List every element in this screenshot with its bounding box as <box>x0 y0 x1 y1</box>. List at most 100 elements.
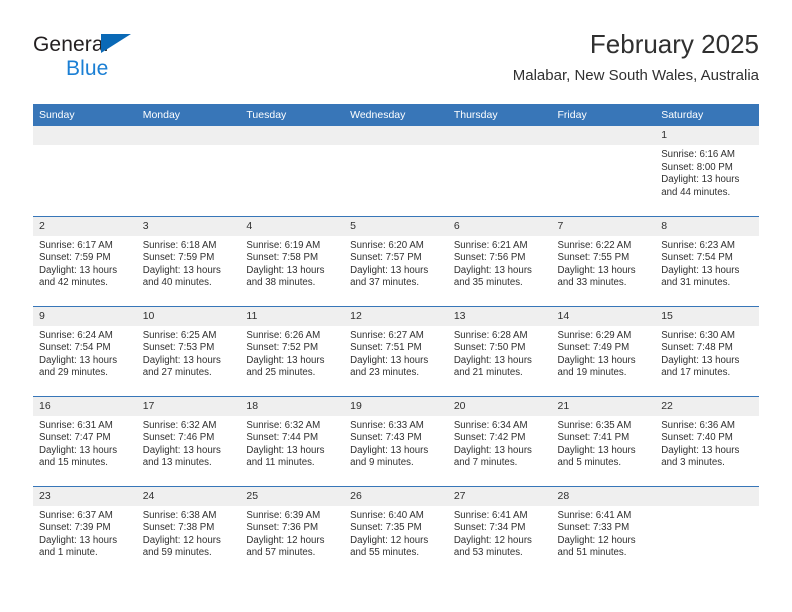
day-details <box>448 145 552 149</box>
day-details <box>344 145 448 149</box>
calendar-day-cell[interactable]: 12 Sunrise: 6:27 AM Sunset: 7:51 PM Dayligh… <box>344 305 448 396</box>
day-number <box>655 486 759 506</box>
calendar-day-cell[interactable]: 20 Sunrise: 6:34 AM Sunset: 7:42 PM Dayligh… <box>447 395 552 486</box>
sunrise-text: Sunrise: 6:28 AM <box>453 329 528 341</box>
day-cell-inner <box>136 126 241 214</box>
day-details: Sunrise: 6:30 AM Sunset: 7:48 PM Daylight:… <box>655 326 759 380</box>
day-details: Sunrise: 6:26 AM Sunset: 7:52 PM Daylight:… <box>240 326 344 380</box>
calendar-day-cell[interactable]: 7 Sunrise: 6:22 AM Sunset: 7:55 PM Daylight… <box>551 215 656 306</box>
day-details <box>552 145 656 149</box>
calendar-header-row: Sunday Monday Tuesday Wednesday Thursday… <box>33 104 759 126</box>
day-cell-inner: 11 Sunrise: 6:26 AM Sunset: 7:52 PM Dayligh… <box>240 306 345 395</box>
day-details: Sunrise: 6:31 AM Sunset: 7:47 PM Daylight:… <box>33 416 137 470</box>
calendar-day-cell[interactable]: 27 Sunrise: 6:41 AM Sunset: 7:34 PM Dayligh… <box>447 485 552 576</box>
calendar-day-cell[interactable]: 1 Sunrise: 6:16 AM Sunset: 8:00 PM Daylight… <box>655 126 759 216</box>
sunrise-text: Sunrise: 6:30 AM <box>661 329 735 341</box>
day-number: 5 <box>344 216 448 236</box>
day-details: Sunrise: 6:22 AM Sunset: 7:55 PM Daylight:… <box>552 236 656 290</box>
daylight-text: Daylight: 13 hours and 13 minutes. <box>142 444 221 469</box>
sunset-text: Sunset: 7:36 PM <box>246 522 319 534</box>
day-details: Sunrise: 6:23 AM Sunset: 7:54 PM Daylight:… <box>655 236 759 290</box>
day-cell-inner: 16 Sunrise: 6:31 AM Sunset: 7:47 PM Dayligh… <box>33 396 137 485</box>
sunrise-text: Sunrise: 6:32 AM <box>246 419 321 431</box>
calendar-day-cell[interactable]: 17 Sunrise: 6:32 AM Sunset: 7:46 PM Dayligh… <box>136 395 241 486</box>
sunrise-text: Sunrise: 6:36 AM <box>661 419 735 431</box>
day-number: 9 <box>33 306 137 326</box>
daylight-text: Daylight: 13 hours and 21 minutes. <box>453 354 532 379</box>
day-details: Sunrise: 6:38 AM Sunset: 7:38 PM Daylight:… <box>137 506 241 560</box>
sunset-text: Sunset: 7:47 PM <box>39 432 111 444</box>
calendar-day-cell <box>344 126 448 216</box>
sunrise-text: Sunrise: 6:23 AM <box>661 239 735 251</box>
daylight-text: Daylight: 13 hours and 40 minutes. <box>142 264 221 289</box>
calendar-day-cell[interactable]: 18 Sunrise: 6:32 AM Sunset: 7:44 PM Dayligh… <box>240 395 345 486</box>
day-number: 17 <box>136 396 241 416</box>
day-details: Sunrise: 6:18 AM Sunset: 7:59 PM Daylight:… <box>137 236 241 290</box>
sunset-text: Sunset: 7:33 PM <box>557 522 630 534</box>
day-cell-inner: 4 Sunrise: 6:19 AM Sunset: 7:58 PM Daylight… <box>240 216 345 305</box>
calendar-day-cell[interactable]: 26 Sunrise: 6:40 AM Sunset: 7:35 PM Dayligh… <box>344 485 448 576</box>
weekday-header-row: Sunday Monday Tuesday Wednesday Thursday… <box>33 104 759 126</box>
general-blue-logo[interactable]: General Blue <box>33 33 253 91</box>
sunset-text: Sunset: 7:55 PM <box>557 252 630 264</box>
calendar-day-cell <box>447 126 552 216</box>
sunset-text: Sunset: 7:49 PM <box>557 342 630 354</box>
calendar-day-cell[interactable]: 3 Sunrise: 6:18 AM Sunset: 7:59 PM Daylight… <box>136 215 241 306</box>
calendar-day-cell[interactable]: 22 Sunrise: 6:36 AM Sunset: 7:40 PM Dayligh… <box>655 395 759 486</box>
calendar-day-cell[interactable]: 21 Sunrise: 6:35 AM Sunset: 7:41 PM Dayligh… <box>551 395 656 486</box>
calendar-day-cell[interactable]: 24 Sunrise: 6:38 AM Sunset: 7:38 PM Dayligh… <box>136 485 241 576</box>
day-details: Sunrise: 6:19 AM Sunset: 7:58 PM Daylight:… <box>240 236 344 290</box>
sunrise-text: Sunrise: 6:17 AM <box>39 239 113 251</box>
calendar-day-cell[interactable]: 13 Sunrise: 6:28 AM Sunset: 7:50 PM Dayligh… <box>447 305 552 396</box>
daylight-text: Daylight: 13 hours and 42 minutes. <box>39 264 118 289</box>
day-number: 27 <box>447 486 552 506</box>
sunrise-text: Sunrise: 6:18 AM <box>142 239 217 251</box>
day-number: 26 <box>344 486 448 506</box>
calendar-day-cell <box>136 126 241 216</box>
calendar-day-cell[interactable]: 9 Sunrise: 6:24 AM Sunset: 7:54 PM Daylight… <box>33 305 137 396</box>
sunset-text: Sunset: 7:51 PM <box>350 342 422 354</box>
day-cell-inner: 20 Sunrise: 6:34 AM Sunset: 7:42 PM Dayligh… <box>447 396 552 485</box>
daylight-text: Daylight: 13 hours and 44 minutes. <box>661 174 740 198</box>
sunset-text: Sunset: 7:38 PM <box>142 522 215 534</box>
day-cell-inner: 14 Sunrise: 6:29 AM Sunset: 7:49 PM Dayligh… <box>551 306 656 395</box>
sunset-text: Sunset: 7:54 PM <box>39 342 111 354</box>
logo-triangle-icon <box>101 34 131 53</box>
day-details: Sunrise: 6:40 AM Sunset: 7:35 PM Daylight:… <box>344 506 448 560</box>
day-cell-inner <box>447 126 552 214</box>
daylight-text: Daylight: 13 hours and 23 minutes. <box>350 354 429 379</box>
sunrise-text: Sunrise: 6:16 AM <box>661 149 735 160</box>
calendar-day-cell[interactable]: 16 Sunrise: 6:31 AM Sunset: 7:47 PM Dayligh… <box>33 395 137 486</box>
daylight-text: Daylight: 13 hours and 5 minutes. <box>557 444 636 469</box>
day-cell-inner: 5 Sunrise: 6:20 AM Sunset: 7:57 PM Daylight… <box>344 216 448 305</box>
calendar-day-cell <box>240 126 345 216</box>
calendar-day-cell[interactable]: 2 Sunrise: 6:17 AM Sunset: 7:59 PM Daylight… <box>33 215 137 306</box>
day-cell-inner: 27 Sunrise: 6:41 AM Sunset: 7:34 PM Dayligh… <box>447 486 552 575</box>
calendar-week-row: 9 Sunrise: 6:24 AM Sunset: 7:54 PM Daylight… <box>33 305 759 396</box>
calendar-day-cell[interactable]: 14 Sunrise: 6:29 AM Sunset: 7:49 PM Dayligh… <box>551 305 656 396</box>
day-details: Sunrise: 6:16 AM Sunset: 8:00 PM Daylight:… <box>655 145 759 199</box>
calendar-day-cell[interactable]: 28 Sunrise: 6:41 AM Sunset: 7:33 PM Dayligh… <box>551 485 656 576</box>
calendar-day-cell[interactable]: 4 Sunrise: 6:19 AM Sunset: 7:58 PM Daylight… <box>240 215 345 306</box>
day-details: Sunrise: 6:35 AM Sunset: 7:41 PM Daylight:… <box>552 416 656 470</box>
day-cell-inner: 22 Sunrise: 6:36 AM Sunset: 7:40 PM Dayligh… <box>655 396 759 485</box>
daylight-text: Daylight: 13 hours and 1 minute. <box>39 534 118 559</box>
sunrise-text: Sunrise: 6:34 AM <box>453 419 528 431</box>
calendar-day-cell[interactable]: 15 Sunrise: 6:30 AM Sunset: 7:48 PM Dayligh… <box>655 305 759 396</box>
calendar-day-cell[interactable]: 19 Sunrise: 6:33 AM Sunset: 7:43 PM Dayligh… <box>344 395 448 486</box>
calendar-day-cell[interactable]: 25 Sunrise: 6:39 AM Sunset: 7:36 PM Dayligh… <box>240 485 345 576</box>
calendar-day-cell[interactable]: 10 Sunrise: 6:25 AM Sunset: 7:53 PM Dayligh… <box>136 305 241 396</box>
day-number: 11 <box>240 306 345 326</box>
day-number <box>136 126 241 145</box>
day-number: 10 <box>136 306 241 326</box>
calendar-day-cell[interactable]: 11 Sunrise: 6:26 AM Sunset: 7:52 PM Dayligh… <box>240 305 345 396</box>
sunset-text: Sunset: 7:59 PM <box>39 252 111 264</box>
calendar-day-cell[interactable]: 23 Sunrise: 6:37 AM Sunset: 7:39 PM Dayligh… <box>33 485 137 576</box>
sunset-text: Sunset: 7:34 PM <box>453 522 526 534</box>
day-cell-inner: 9 Sunrise: 6:24 AM Sunset: 7:54 PM Daylight… <box>33 306 137 395</box>
calendar-day-cell[interactable]: 8 Sunrise: 6:23 AM Sunset: 7:54 PM Daylight… <box>655 215 759 306</box>
calendar-day-cell[interactable]: 6 Sunrise: 6:21 AM Sunset: 7:56 PM Daylight… <box>447 215 552 306</box>
day-number: 24 <box>136 486 241 506</box>
sunrise-text: Sunrise: 6:19 AM <box>246 239 321 251</box>
calendar-day-cell[interactable]: 5 Sunrise: 6:20 AM Sunset: 7:57 PM Daylight… <box>344 215 448 306</box>
